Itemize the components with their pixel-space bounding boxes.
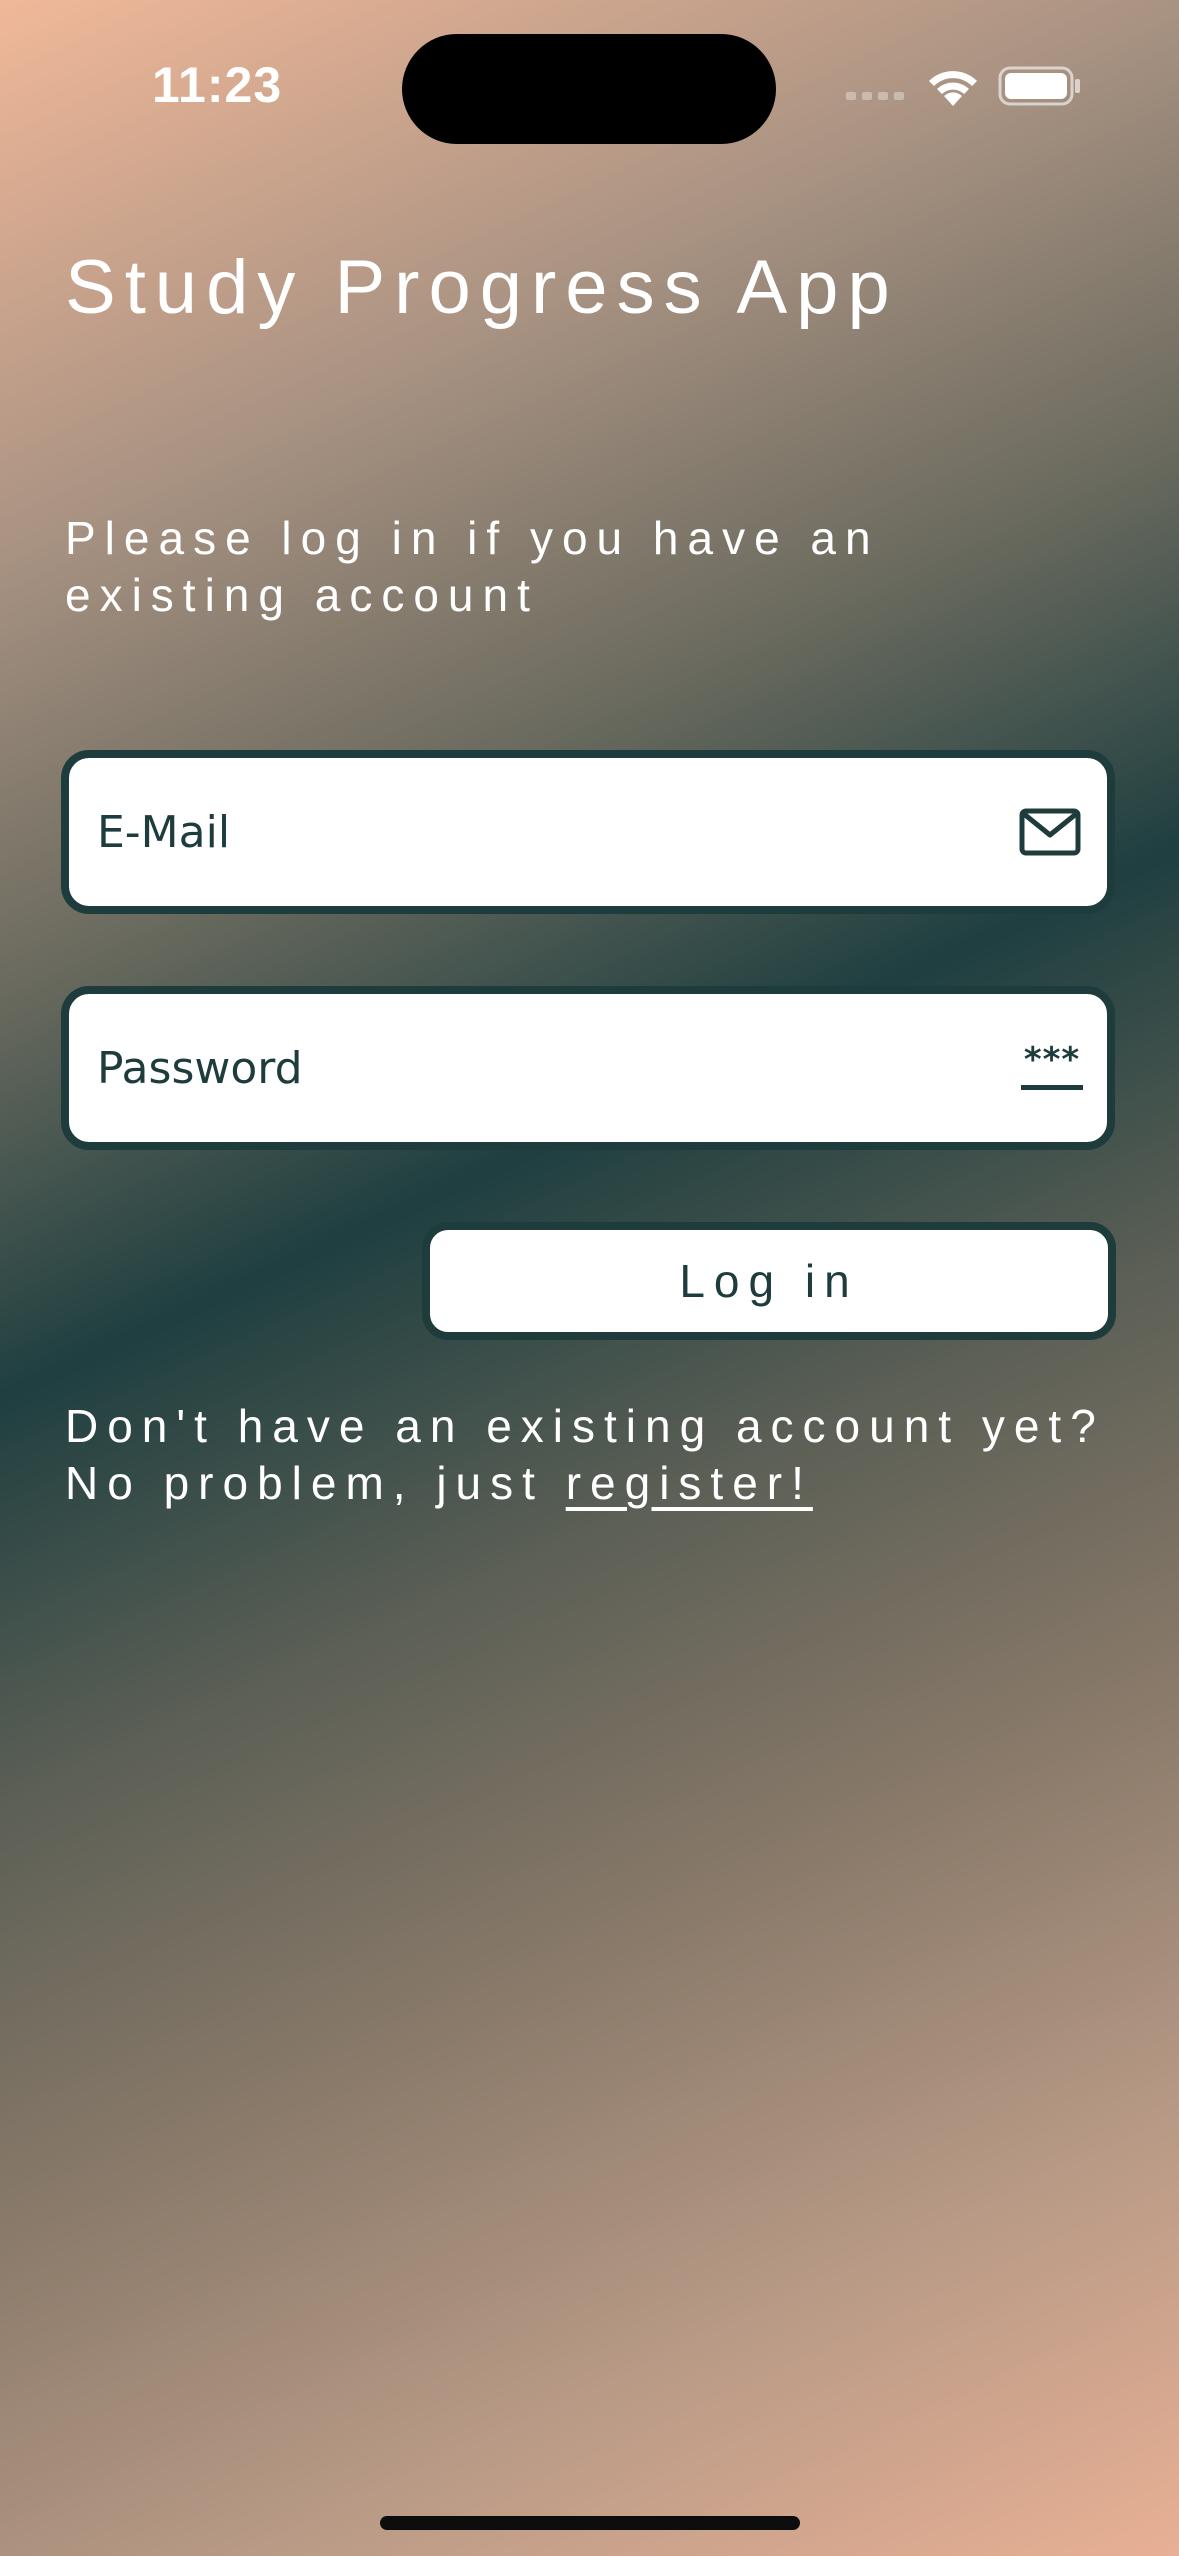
cell-signal-icon <box>846 92 904 100</box>
battery-icon <box>998 66 1080 106</box>
register-text: Don't have an existing account yet? No p… <box>65 1398 1125 1512</box>
status-bar: 11:23 <box>0 0 1179 170</box>
email-field-container[interactable] <box>61 750 1115 914</box>
login-prompt: Please log in if you have an existing ac… <box>65 512 880 621</box>
password-icon-underline <box>1021 1085 1083 1090</box>
dynamic-island <box>402 34 776 144</box>
home-indicator[interactable] <box>380 2516 800 2530</box>
password-icon-glyph: *** <box>1023 1040 1081 1080</box>
password-input[interactable] <box>97 994 997 1142</box>
status-time: 11:23 <box>152 57 283 113</box>
login-button[interactable]: Log in <box>422 1222 1116 1340</box>
email-input[interactable] <box>97 758 997 906</box>
register-link[interactable]: register! <box>566 1457 813 1509</box>
password-field-container[interactable]: *** <box>61 986 1115 1150</box>
app-title: Study Progress App <box>65 245 899 330</box>
password-icon: *** <box>1019 1040 1085 1092</box>
mail-icon <box>1019 808 1081 856</box>
wifi-icon <box>929 71 977 106</box>
